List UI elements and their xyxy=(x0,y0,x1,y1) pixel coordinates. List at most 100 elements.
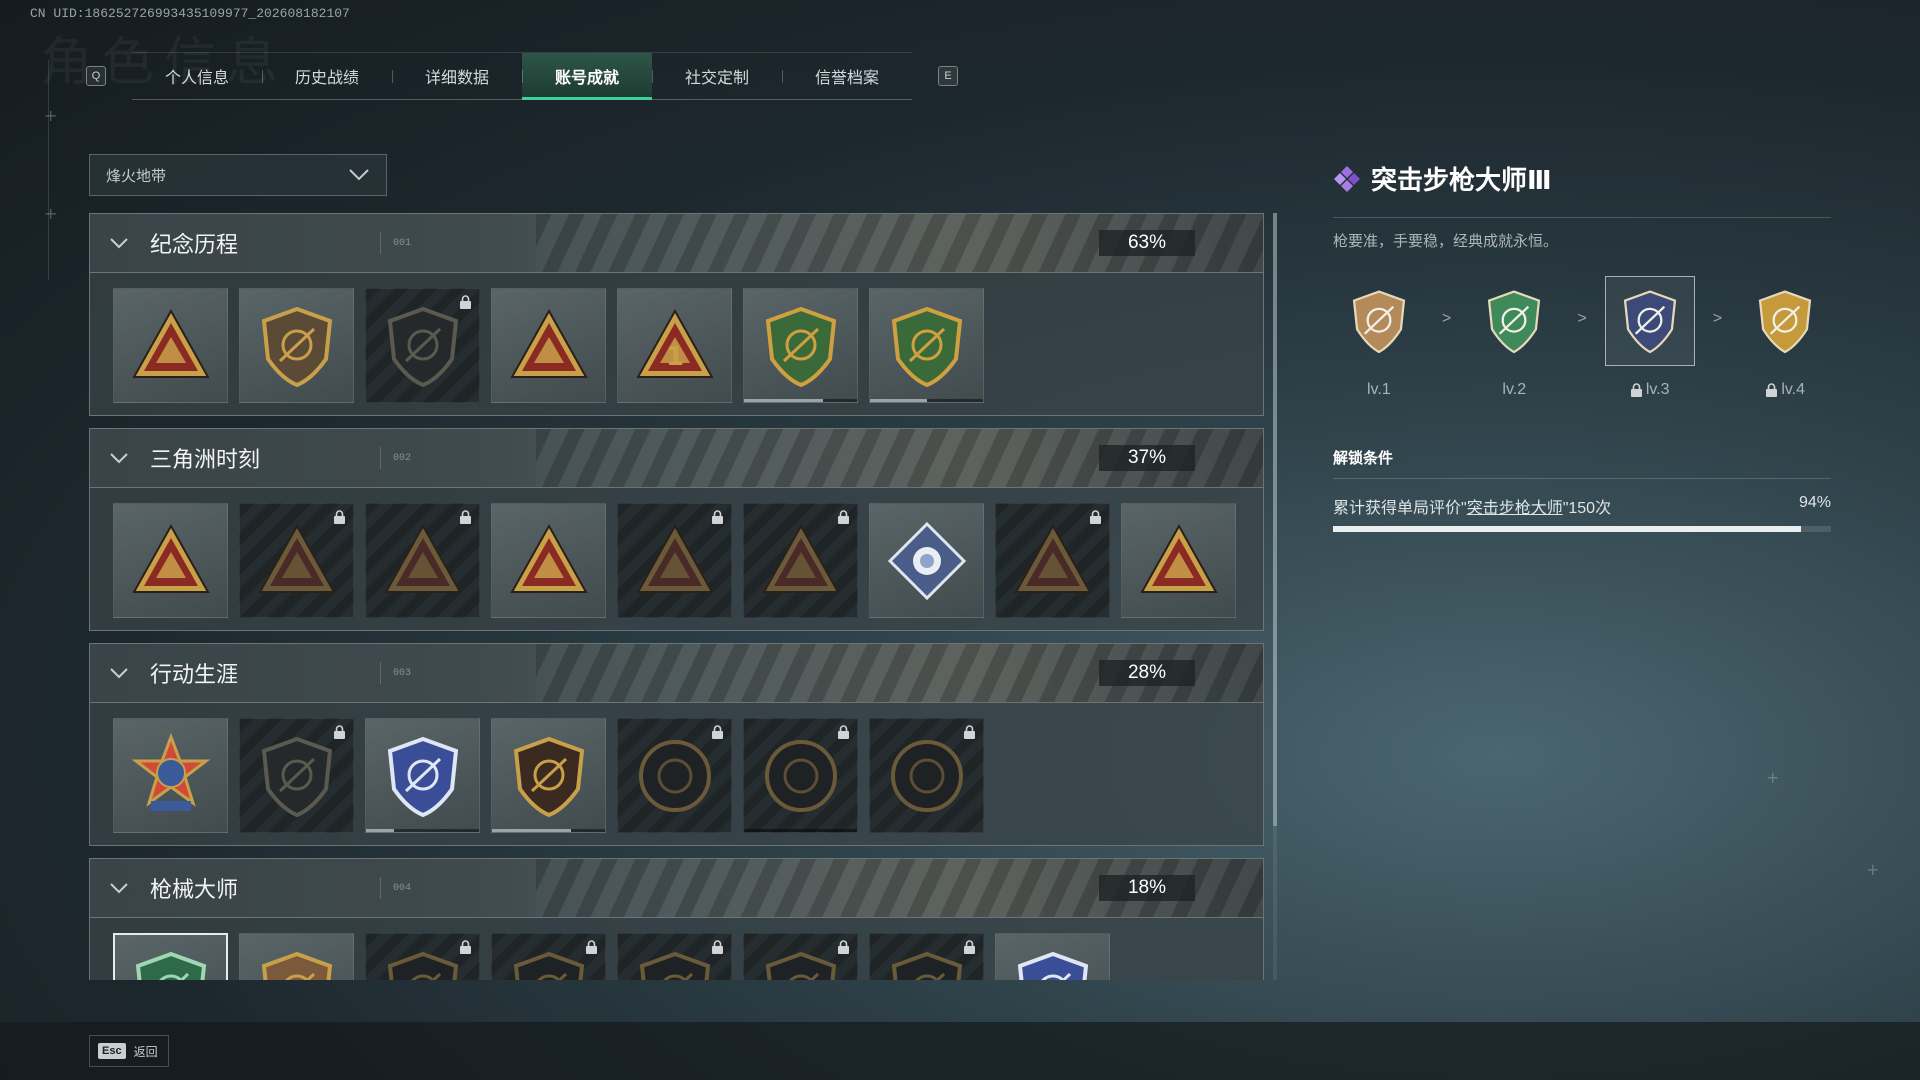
level-badge[interactable] xyxy=(1334,276,1424,366)
badge-tile[interactable] xyxy=(365,933,480,980)
lock-icon xyxy=(459,510,472,530)
badge-tile[interactable] xyxy=(743,718,858,833)
condition-link[interactable]: 突击步枪大师 xyxy=(1467,500,1563,517)
bronze-rifle-shield-icon xyxy=(252,946,342,980)
badge-tile[interactable] xyxy=(239,933,354,980)
locked-rifle-shield-icon xyxy=(756,946,846,980)
badge-tile[interactable] xyxy=(1121,503,1236,618)
list-scrollbar-thumb[interactable] xyxy=(1273,213,1277,826)
badge-tile[interactable] xyxy=(869,288,984,403)
achievement-list[interactable]: 纪念历程 001 63% 1 三角洲时刻 002 37% 行动生涯 003 28… xyxy=(89,213,1264,980)
badge-tile[interactable] xyxy=(365,288,480,403)
unlock-condition-title: 解锁条件 xyxy=(1333,450,1394,467)
tab-2[interactable]: 历史战绩 xyxy=(262,53,392,99)
badge-grid: 1 xyxy=(89,273,1264,416)
badge-progress-track xyxy=(744,829,857,832)
tab-1[interactable]: 个人信息 xyxy=(132,53,262,99)
achievement-section: 纪念历程 001 63% 1 xyxy=(89,213,1264,416)
lock-icon xyxy=(837,940,850,960)
chevron-down-icon xyxy=(110,238,128,249)
badge-tile[interactable] xyxy=(365,503,480,618)
rifle-shield-icon xyxy=(1751,284,1819,358)
badge-progress-fill xyxy=(870,399,927,402)
tab-list: 个人信息 历史战绩 详细数据 账号成就 社交定制 信誉档案 xyxy=(132,52,912,100)
detail-header: 突击步枪大师Ⅲ xyxy=(1333,160,1831,197)
unlock-progress-fill xyxy=(1333,526,1802,532)
helicopter-emblem-icon xyxy=(252,301,342,391)
achievement-section: 枪械大师 004 18% xyxy=(89,858,1264,980)
chevron-down-icon xyxy=(110,668,128,679)
badge-tile[interactable] xyxy=(869,503,984,618)
level-text: lv.2 xyxy=(1502,381,1527,398)
badge-tile[interactable] xyxy=(113,503,228,618)
section-header[interactable]: 纪念历程 001 63% xyxy=(89,213,1264,273)
badge-progress-fill xyxy=(366,829,395,832)
section-header[interactable]: 行动生涯 003 28% xyxy=(89,643,1264,703)
badge-tile[interactable] xyxy=(113,933,228,980)
badge-tile[interactable] xyxy=(743,503,858,618)
unlock-progress-bar xyxy=(1333,526,1831,532)
tab-6[interactable]: 信誉档案 xyxy=(782,53,912,99)
mode-dropdown[interactable]: 烽火地带 xyxy=(89,154,387,196)
badge-tile[interactable]: 1 xyxy=(617,288,732,403)
badge-tile[interactable] xyxy=(113,288,228,403)
badge-tile[interactable] xyxy=(491,288,606,403)
tab-3[interactable]: 详细数据 xyxy=(392,53,522,99)
section-header[interactable]: 枪械大师 004 18% xyxy=(89,858,1264,918)
lock-icon xyxy=(459,295,472,315)
level-badge[interactable] xyxy=(1740,276,1830,366)
tab-5[interactable]: 社交定制 xyxy=(652,53,782,99)
lock-icon xyxy=(459,940,472,960)
divider xyxy=(380,877,381,899)
badge-tile[interactable] xyxy=(239,718,354,833)
badge-tile[interactable] xyxy=(239,503,354,618)
tab-prev-key[interactable]: Q xyxy=(86,66,106,86)
level-badge[interactable] xyxy=(1604,276,1695,366)
tab-next-key[interactable]: E xyxy=(938,66,958,86)
level-label: lv.4 xyxy=(1765,381,1805,399)
badge-grid xyxy=(89,918,1264,980)
tab-4[interactable]: 账号成就 xyxy=(522,53,652,100)
unlock-condition-row: 累计获得单局评价"突击步枪大师"150次 94% xyxy=(1333,494,1831,518)
lock-icon xyxy=(711,510,724,530)
rifle-shield-icon xyxy=(1345,284,1413,358)
badge-tile[interactable] xyxy=(617,933,732,980)
dark-shield-emblem-icon xyxy=(378,301,468,391)
dark-crest-emblem-icon xyxy=(252,731,342,821)
triangle-squad-emblem-icon xyxy=(504,516,594,606)
triangle-beast-emblem-icon xyxy=(630,516,720,606)
badge-tile[interactable] xyxy=(995,503,1110,618)
svg-text:1: 1 xyxy=(665,342,683,372)
triangle-wave-emblem-icon xyxy=(504,301,594,391)
section-number: 002 xyxy=(393,452,412,464)
decor-plus-icon: + xyxy=(44,204,58,223)
badge-tile[interactable] xyxy=(365,718,480,833)
section-percent: 63% xyxy=(1099,230,1195,256)
list-scrollbar[interactable] xyxy=(1273,213,1277,980)
rifle-shield-icon xyxy=(1480,284,1548,358)
badge-tile[interactable] xyxy=(869,933,984,980)
badge-tile[interactable] xyxy=(491,933,606,980)
badge-tile[interactable] xyxy=(743,288,858,403)
tab-bar: Q 个人信息 历史战绩 详细数据 账号成就 社交定制 信誉档案 E xyxy=(86,52,958,100)
mode-dropdown-value: 烽火地带 xyxy=(106,167,167,185)
badge-tile[interactable] xyxy=(869,718,984,833)
section-header[interactable]: 三角洲时刻 002 37% xyxy=(89,428,1264,488)
lock-icon xyxy=(1089,510,1102,530)
divider xyxy=(1333,217,1831,218)
badge-tile[interactable] xyxy=(995,933,1110,980)
badge-tile[interactable] xyxy=(491,718,606,833)
level-badge[interactable] xyxy=(1469,276,1559,366)
badge-tile[interactable] xyxy=(113,718,228,833)
badge-tile[interactable] xyxy=(617,718,732,833)
badge-tile[interactable] xyxy=(743,933,858,980)
badge-grid xyxy=(89,703,1264,846)
badge-tile[interactable] xyxy=(239,288,354,403)
triangle-soldier-emblem-icon xyxy=(252,516,342,606)
divider xyxy=(380,447,381,469)
badge-tile[interactable] xyxy=(617,503,732,618)
achievement-section: 三角洲时刻 002 37% xyxy=(89,428,1264,631)
round-helmet-emblem-icon xyxy=(630,731,720,821)
badge-tile[interactable] xyxy=(491,503,606,618)
back-button[interactable]: Esc 返回 xyxy=(89,1035,169,1067)
